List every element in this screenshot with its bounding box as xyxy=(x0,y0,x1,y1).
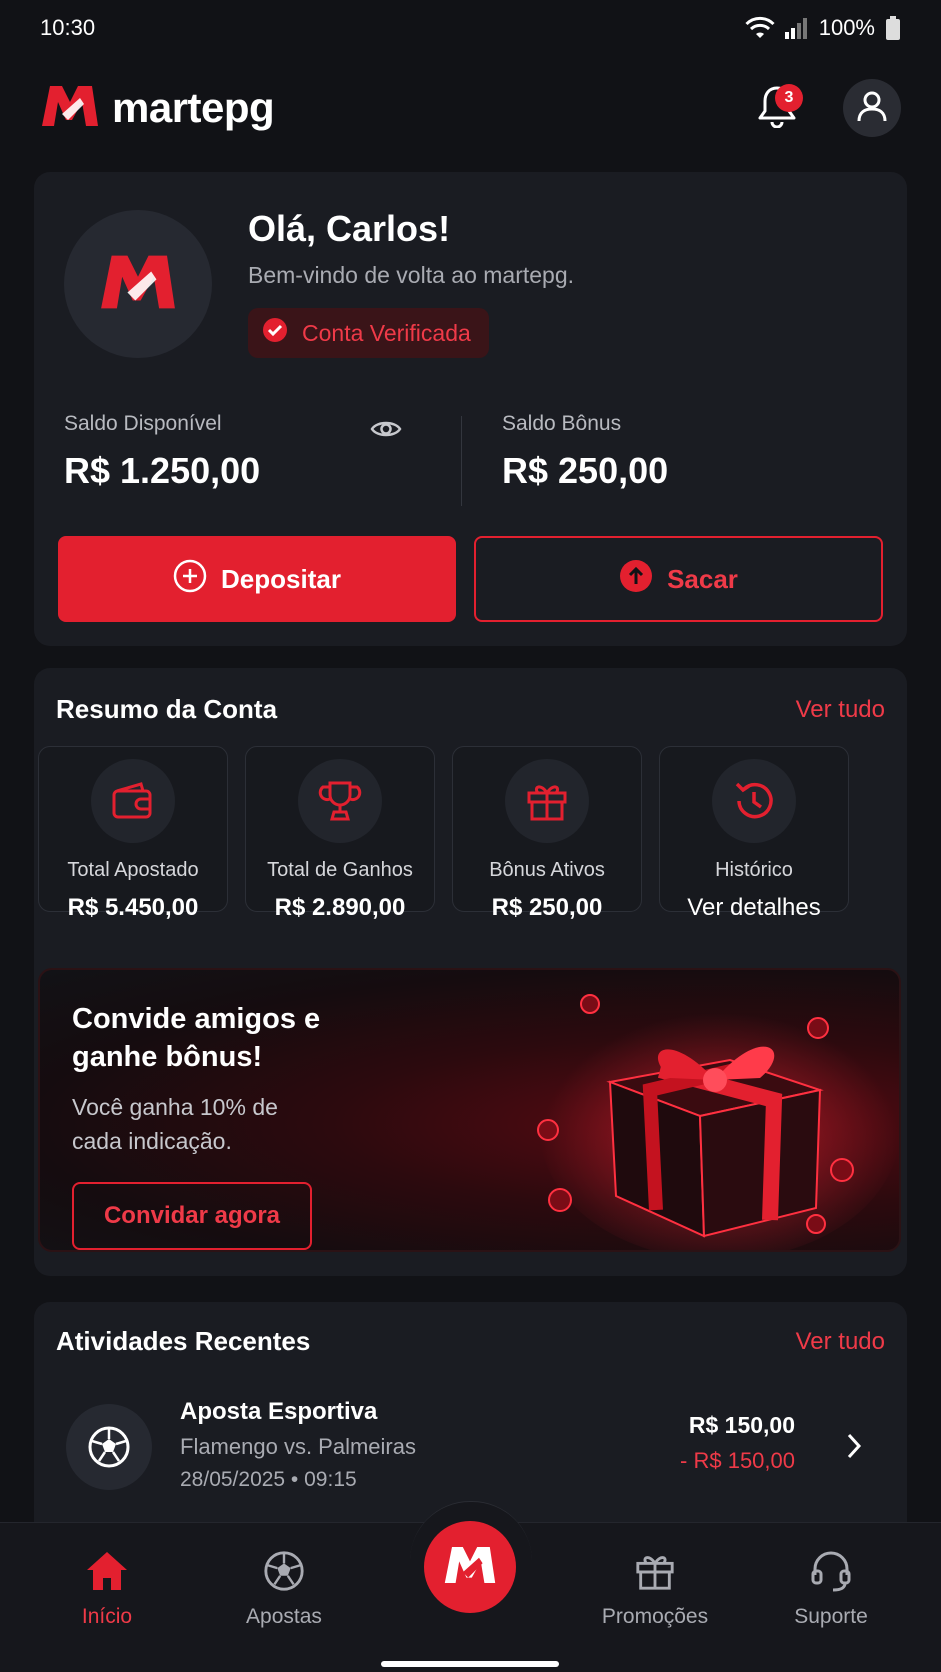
stat-total-bet[interactable]: Total Apostado R$ 5.450,00 xyxy=(38,746,228,921)
nav-center-logo-button[interactable] xyxy=(424,1521,516,1613)
notifications-button[interactable]: 3 xyxy=(749,80,805,136)
status-bar: 10:30 100% xyxy=(0,0,941,56)
gift-box-illustration-icon xyxy=(520,970,899,1250)
bonus-balance-value: R$ 250,00 xyxy=(502,450,669,491)
bottom-navigation: Início Apostas Promoções Suporte xyxy=(0,1501,941,1672)
withdraw-button[interactable]: Sacar xyxy=(474,536,883,622)
activities-title: Atividades Recentes xyxy=(56,1326,311,1356)
activity-item[interactable]: Aposta Esportiva Flamengo vs. Palmeiras … xyxy=(34,1388,907,1518)
activity-date: 28/05/2025 • 09:15 xyxy=(180,1468,357,1491)
brand-logo-icon xyxy=(40,84,100,133)
activity-delta: - R$ 150,00 xyxy=(680,1448,795,1473)
greeting: Olá, Carlos! xyxy=(248,208,451,249)
battery-icon xyxy=(885,16,901,40)
available-balance: Saldo Disponível R$ 1.250,00 xyxy=(64,412,414,492)
verified-label: Conta Verificada xyxy=(302,319,471,346)
soccer-ball-icon xyxy=(66,1404,152,1490)
stat-value: R$ 250,00 xyxy=(491,894,603,921)
stat-value: R$ 5.450,00 xyxy=(67,894,199,921)
nav-item-home[interactable]: Início xyxy=(27,1545,187,1629)
avatar xyxy=(64,210,212,358)
bonus-balance: Saldo Bônus R$ 250,00 xyxy=(502,412,668,492)
nav-item-support[interactable]: Suporte xyxy=(751,1545,911,1629)
stat-active-bonus[interactable]: Bônus Ativos R$ 250,00 xyxy=(452,746,642,921)
status-time: 10:30 xyxy=(40,15,96,40)
stat-label: Bônus Ativos xyxy=(489,859,605,881)
balance-divider xyxy=(461,416,462,506)
stat-label: Total de Ganhos xyxy=(267,859,413,881)
deposit-button[interactable]: Depositar xyxy=(58,536,456,622)
brand[interactable]: martepg xyxy=(40,84,275,133)
chevron-right-icon xyxy=(845,1432,863,1465)
available-balance-value: R$ 1.250,00 xyxy=(64,450,261,491)
plus-circle-icon xyxy=(173,559,207,600)
activity-amount: R$ 150,00 xyxy=(688,1412,795,1438)
activities-see-all-link[interactable]: Ver tudo xyxy=(796,1328,885,1356)
trophy-icon xyxy=(298,759,382,843)
profile-button[interactable] xyxy=(843,79,901,137)
nav-item-bets[interactable]: Apostas xyxy=(204,1545,364,1629)
eye-icon[interactable] xyxy=(370,418,402,445)
wifi-icon xyxy=(745,16,775,40)
promo-title: Convide amigos e ganhe bônus! xyxy=(72,1003,321,1073)
deposit-label: Depositar xyxy=(221,563,341,594)
history-icon xyxy=(712,759,796,843)
stat-total-winnings[interactable]: Total de Ganhos R$ 2.890,00 xyxy=(245,746,435,921)
gift-icon xyxy=(575,1545,735,1597)
app-header: martepg 3 xyxy=(40,72,901,144)
invite-now-button[interactable]: Convidar agora xyxy=(72,1182,312,1250)
promo-text: Você ganha 10% de cada indicação. xyxy=(72,1094,278,1154)
brand-name: martepg xyxy=(112,84,275,131)
nav-label: Suporte xyxy=(794,1605,868,1628)
summary-see-all-link[interactable]: Ver tudo xyxy=(796,696,885,724)
referral-promo-banner: Convide amigos e ganhe bônus! Você ganha… xyxy=(38,968,901,1252)
summary-title: Resumo da Conta xyxy=(56,694,278,724)
headset-icon xyxy=(751,1545,911,1597)
header-actions: 3 xyxy=(749,79,901,137)
stat-label: Total Apostado xyxy=(67,859,199,881)
bonus-balance-label: Saldo Bônus xyxy=(502,412,622,435)
soccer-ball-icon xyxy=(204,1545,364,1597)
activity-subtitle: Flamengo vs. Palmeiras xyxy=(180,1434,416,1459)
welcome-subtitle: Bem-vindo de volta ao martepg. xyxy=(248,262,575,288)
arrow-up-circle-icon xyxy=(619,559,653,600)
stat-value: Ver detalhes xyxy=(687,894,821,921)
welcome-card: Olá, Carlos! Bem-vindo de volta ao marte… xyxy=(34,172,907,646)
signal-icon xyxy=(784,17,809,39)
nav-label: Apostas xyxy=(246,1605,322,1628)
account-summary-card: Resumo da Conta Ver tudo Total Apostado … xyxy=(34,668,907,1276)
battery-percent: 100% xyxy=(818,15,875,40)
check-circle-icon xyxy=(262,317,288,349)
nav-label: Promoções xyxy=(601,1605,709,1628)
available-balance-label: Saldo Disponível xyxy=(64,412,222,435)
stat-label: Histórico xyxy=(715,859,793,881)
notification-badge: 3 xyxy=(775,84,803,112)
wallet-icon xyxy=(91,759,175,843)
verified-badge: Conta Verificada xyxy=(248,308,489,358)
stat-value: R$ 2.890,00 xyxy=(274,894,406,921)
brand-logo-icon xyxy=(443,1545,497,1590)
home-indicator[interactable] xyxy=(381,1661,559,1667)
home-icon xyxy=(27,1545,187,1597)
withdraw-label: Sacar xyxy=(667,563,738,594)
user-icon xyxy=(855,89,889,128)
brand-logo-icon xyxy=(98,253,178,316)
nav-item-promotions[interactable]: Promoções xyxy=(575,1545,735,1629)
status-indicators: 100% xyxy=(745,15,901,41)
gift-icon xyxy=(505,759,589,843)
stat-history[interactable]: Histórico Ver detalhes xyxy=(659,746,849,921)
nav-label: Início xyxy=(81,1605,133,1628)
activity-title: Aposta Esportiva xyxy=(180,1398,378,1425)
